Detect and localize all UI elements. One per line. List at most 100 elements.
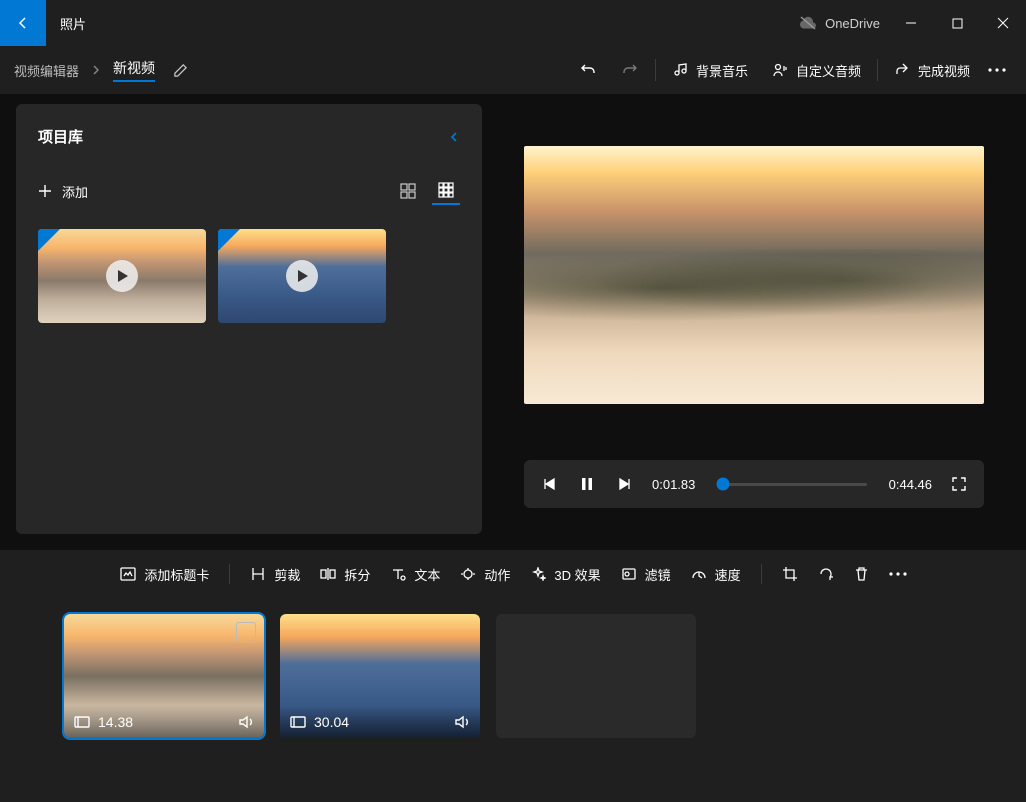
thumb-play-icon bbox=[286, 260, 318, 292]
back-button[interactable] bbox=[0, 0, 46, 46]
content-area: 项目库 添加 bbox=[0, 94, 1026, 550]
onedrive-status[interactable]: OneDrive bbox=[799, 16, 880, 31]
window-controls bbox=[888, 6, 1026, 40]
redo-icon bbox=[621, 61, 639, 79]
rotate-button[interactable] bbox=[808, 556, 844, 592]
filters-button[interactable]: 滤镜 bbox=[611, 556, 681, 592]
delete-button[interactable] bbox=[844, 556, 880, 592]
export-icon bbox=[894, 62, 910, 78]
text-icon bbox=[390, 567, 406, 581]
title-card-label: 添加标题卡 bbox=[144, 565, 209, 584]
clip-audio-icon[interactable] bbox=[454, 715, 470, 729]
seek-thumb[interactable] bbox=[717, 478, 730, 491]
clip-checkbox[interactable] bbox=[236, 622, 256, 642]
timeline-clip-placeholder[interactable] bbox=[496, 614, 696, 738]
timeline-area: 添加标题卡 剪裁 拆分 文本 动作 3D 效果 滤镜 速度 bbox=[0, 550, 1026, 802]
person-audio-icon bbox=[772, 62, 788, 78]
chevron-right-icon bbox=[91, 65, 101, 75]
clip-audio-icon[interactable] bbox=[238, 715, 254, 729]
collapse-library-button[interactable] bbox=[448, 131, 460, 143]
add-media-button[interactable]: 添加 bbox=[38, 182, 88, 201]
prev-frame-button[interactable] bbox=[538, 473, 560, 495]
custom-audio-button[interactable]: 自定义音频 bbox=[760, 52, 873, 88]
trash-icon bbox=[854, 566, 869, 582]
arrow-left-icon bbox=[15, 15, 31, 31]
custom-audio-label: 自定义音频 bbox=[796, 61, 861, 80]
library-thumb-1[interactable] bbox=[38, 229, 206, 323]
sparkle-icon bbox=[530, 567, 546, 581]
crop-button[interactable] bbox=[772, 556, 808, 592]
pencil-icon bbox=[173, 63, 188, 78]
clip-duration-icon bbox=[290, 715, 306, 729]
speed-icon bbox=[691, 567, 707, 581]
title-card-icon bbox=[120, 567, 136, 581]
library-panel: 项目库 添加 bbox=[16, 104, 482, 534]
edit-title-button[interactable] bbox=[173, 63, 188, 78]
top-toolbar: 视频编辑器 新视频 背景音乐 自定义音频 完成视频 bbox=[0, 46, 1026, 94]
clip-duration-icon bbox=[74, 715, 90, 729]
close-button[interactable] bbox=[980, 6, 1026, 40]
motion-label: 动作 bbox=[484, 565, 510, 584]
undo-button[interactable] bbox=[567, 52, 609, 88]
grid-large-button[interactable] bbox=[394, 177, 422, 205]
grid-large-icon bbox=[400, 183, 416, 199]
app-title: 照片 bbox=[60, 14, 86, 33]
breadcrumb-current[interactable]: 新视频 bbox=[113, 58, 155, 82]
filters-label: 滤镜 bbox=[645, 565, 671, 584]
split-icon bbox=[320, 567, 336, 581]
timeline-clips[interactable]: 14.38 30.04 bbox=[0, 598, 1026, 754]
used-marker-icon bbox=[38, 229, 60, 251]
pause-button[interactable] bbox=[576, 473, 598, 495]
seek-slider[interactable] bbox=[717, 483, 866, 486]
rotate-icon bbox=[818, 566, 834, 582]
3d-effects-label: 3D 效果 bbox=[554, 565, 600, 584]
clip-duration: 30.04 bbox=[314, 714, 349, 730]
split-label: 拆分 bbox=[344, 565, 370, 584]
clip-duration: 14.38 bbox=[98, 714, 133, 730]
timeline-more-button[interactable] bbox=[880, 556, 916, 592]
music-icon bbox=[672, 62, 688, 78]
trim-button[interactable]: 剪裁 bbox=[240, 556, 310, 592]
plus-icon bbox=[38, 184, 52, 198]
maximize-button[interactable] bbox=[934, 6, 980, 40]
speed-label: 速度 bbox=[715, 565, 741, 584]
add-label: 添加 bbox=[62, 182, 88, 201]
timeline-clip-1[interactable]: 14.38 bbox=[64, 614, 264, 738]
fullscreen-button[interactable] bbox=[948, 473, 970, 495]
redo-button[interactable] bbox=[609, 52, 651, 88]
preview-pane: 0:01.83 0:44.46 bbox=[498, 104, 1010, 534]
split-button[interactable]: 拆分 bbox=[310, 556, 380, 592]
motion-icon bbox=[460, 567, 476, 581]
finish-video-label: 完成视频 bbox=[918, 61, 970, 80]
used-marker-icon bbox=[218, 229, 240, 251]
3d-effects-button[interactable]: 3D 效果 bbox=[520, 556, 610, 592]
bg-music-button[interactable]: 背景音乐 bbox=[660, 52, 760, 88]
next-frame-button[interactable] bbox=[614, 473, 636, 495]
minimize-button[interactable] bbox=[888, 6, 934, 40]
breadcrumb-root[interactable]: 视频编辑器 bbox=[14, 61, 79, 80]
cloud-off-icon bbox=[799, 16, 817, 30]
more-icon bbox=[889, 572, 907, 576]
grid-small-button[interactable] bbox=[432, 177, 460, 205]
title-card-button[interactable]: 添加标题卡 bbox=[110, 556, 219, 592]
filter-icon bbox=[621, 567, 637, 581]
player-controls: 0:01.83 0:44.46 bbox=[524, 460, 984, 508]
more-button[interactable] bbox=[982, 52, 1012, 88]
library-title: 项目库 bbox=[38, 126, 83, 147]
more-icon bbox=[988, 68, 1006, 72]
current-time: 0:01.83 bbox=[652, 477, 695, 492]
titlebar: 照片 OneDrive bbox=[0, 0, 1026, 46]
timeline-toolbar: 添加标题卡 剪裁 拆分 文本 动作 3D 效果 滤镜 速度 bbox=[0, 550, 1026, 598]
preview-frame[interactable] bbox=[524, 146, 984, 404]
motion-button[interactable]: 动作 bbox=[450, 556, 520, 592]
finish-video-button[interactable]: 完成视频 bbox=[882, 52, 982, 88]
crop-icon bbox=[782, 566, 798, 582]
speed-button[interactable]: 速度 bbox=[681, 556, 751, 592]
text-button[interactable]: 文本 bbox=[380, 556, 450, 592]
onedrive-label: OneDrive bbox=[825, 16, 880, 31]
trim-label: 剪裁 bbox=[274, 565, 300, 584]
trim-icon bbox=[250, 567, 266, 581]
timeline-clip-2[interactable]: 30.04 bbox=[280, 614, 480, 738]
grid-small-icon bbox=[438, 182, 454, 198]
library-thumb-2[interactable] bbox=[218, 229, 386, 323]
